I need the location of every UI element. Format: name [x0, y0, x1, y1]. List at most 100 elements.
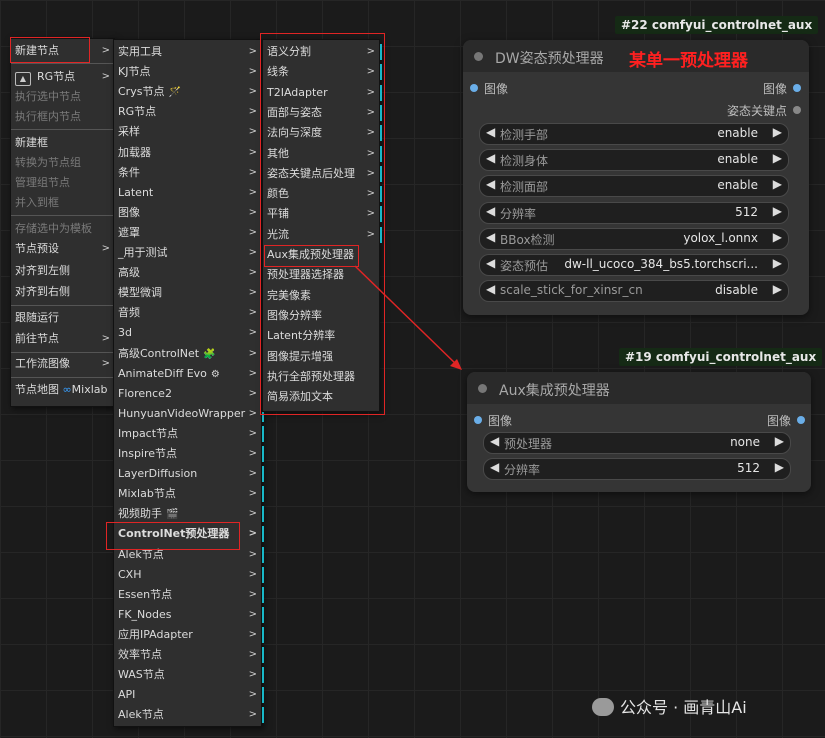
- widget-value: 512: [735, 204, 758, 219]
- menu-label: 采样: [118, 125, 140, 139]
- node-title-bar[interactable]: DW姿态预处理器 某单一预处理器: [463, 40, 809, 72]
- menu-item-run-in-frame[interactable]: 执行框内节点: [11, 107, 114, 127]
- combo-widget[interactable]: ◀ 检测手部 enable ▶: [479, 123, 789, 145]
- collapse-dot-icon[interactable]: [474, 52, 483, 61]
- output-port-pose-keypoints[interactable]: [793, 106, 801, 114]
- menu-item-category[interactable]: Inspire节点 >: [114, 444, 261, 464]
- menu-item-category[interactable]: _用于测试 >: [114, 243, 261, 263]
- menu-item-category[interactable]: Florence2 >: [114, 384, 261, 404]
- decrement-arrow-icon[interactable]: ◀: [486, 177, 495, 191]
- increment-arrow-icon[interactable]: ▶: [773, 177, 782, 191]
- menu-item-align-left[interactable]: 对齐到左侧: [11, 261, 114, 281]
- menu-item-category[interactable]: 效率节点 >: [114, 645, 261, 665]
- menu-item-category[interactable]: LayerDiffusion >: [114, 464, 261, 484]
- menu-item-category[interactable]: 采样 >: [114, 122, 261, 142]
- menu-item-align-right[interactable]: 对齐到右侧: [11, 282, 114, 302]
- combo-widget[interactable]: ◀ 姿态预估 dw-ll_ucoco_384_bs5.torchscri... ▶: [479, 254, 789, 276]
- output-port-image[interactable]: [797, 416, 805, 424]
- menu-item-node-presets[interactable]: 节点预设 >: [11, 239, 114, 259]
- menu-item-category[interactable]: KJ节点 >: [114, 62, 261, 82]
- menu-item-category[interactable]: 图像 >: [114, 203, 261, 223]
- decrement-arrow-icon[interactable]: ◀: [486, 125, 495, 139]
- menu-item-category[interactable]: 3d >: [114, 323, 261, 343]
- menu-item-category[interactable]: CXH >: [114, 565, 261, 585]
- menu-item-category[interactable]: API >: [114, 685, 261, 705]
- menu-item-category[interactable]: 遮罩 >: [114, 223, 261, 243]
- combo-widget[interactable]: ◀ 预处理器 none ▶: [483, 432, 791, 454]
- menu-item-category[interactable]: Crys节点 🪄 >: [114, 82, 261, 102]
- menu-item-run-selected[interactable]: 执行选中节点: [11, 87, 114, 107]
- decrement-arrow-icon[interactable]: ◀: [486, 256, 495, 270]
- menu-label: CXH: [118, 567, 142, 581]
- menu-item-category[interactable]: FK_Nodes >: [114, 605, 261, 625]
- decrement-arrow-icon[interactable]: ◀: [486, 230, 495, 244]
- increment-arrow-icon[interactable]: ▶: [775, 434, 784, 448]
- input-port-image[interactable]: [470, 84, 478, 92]
- chevron-right-icon: >: [248, 226, 257, 238]
- combo-widget[interactable]: ◀ 分辨率 512 ▶: [479, 201, 789, 224]
- menu-separator: [11, 129, 114, 130]
- menu-item-follow-run[interactable]: 跟随运行: [11, 308, 114, 328]
- menu-item-convert-to-group-node[interactable]: 转换为节点组: [11, 153, 114, 173]
- combo-widget[interactable]: ◀ 分辨率 512 ▶: [483, 458, 791, 481]
- node-id-badge: #19 comfyui_controlnet_aux: [619, 348, 823, 366]
- increment-arrow-icon[interactable]: ▶: [773, 204, 782, 218]
- menu-item-category[interactable]: HunyuanVideoWrapper >: [114, 404, 261, 424]
- combo-widget[interactable]: ◀ BBox检测 yolox_l.onnx ▶: [479, 227, 789, 250]
- decrement-arrow-icon[interactable]: ◀: [486, 151, 495, 165]
- decrement-arrow-icon[interactable]: ◀: [490, 460, 499, 474]
- menu-item-category[interactable]: 音频 >: [114, 303, 261, 323]
- menu-label: 效率节点: [118, 648, 162, 661]
- decrement-arrow-icon[interactable]: ◀: [490, 434, 499, 448]
- widget-value: enable: [717, 126, 758, 140]
- menu-item-category[interactable]: 高级 >: [114, 263, 261, 283]
- menu-item-category[interactable]: RG节点 >: [114, 102, 261, 122]
- menu-item-category[interactable]: 实用工具 >: [114, 42, 261, 62]
- increment-arrow-icon[interactable]: ▶: [773, 230, 782, 244]
- menu-item-category[interactable]: 模型微调 >: [114, 283, 261, 303]
- input-port-image[interactable]: [474, 416, 482, 424]
- menu-item-category[interactable]: WAS节点 >: [114, 665, 261, 685]
- menu-item-category[interactable]: 高级ControlNet 🧩 >: [114, 344, 261, 364]
- menu-label: 高级ControlNet: [118, 346, 200, 360]
- menu-item-save-as-template[interactable]: 存储选中为模板: [11, 219, 114, 239]
- menu-item-category[interactable]: 加载器 >: [114, 143, 261, 163]
- menu-label: Latent: [118, 185, 154, 199]
- increment-arrow-icon[interactable]: ▶: [775, 460, 784, 474]
- menu-item-rg-nodes[interactable]: ▲ RG节点 >: [11, 67, 114, 87]
- widget-value: dw-ll_ucoco_384_bs5.torchscri...: [564, 257, 758, 271]
- menu-label: 遮罩: [118, 225, 140, 239]
- dw-pose-preprocessor-node[interactable]: DW姿态预处理器 某单一预处理器 图像 图像 姿态关键点 ◀ 检测手部 enable…: [463, 40, 809, 315]
- menu-item-go-to-node[interactable]: 前往节点 >: [11, 329, 114, 349]
- node-title-bar[interactable]: Aux集成预处理器: [467, 372, 811, 404]
- menu-item-manage-group-nodes[interactable]: 管理组节点: [11, 173, 114, 193]
- output-port-image[interactable]: [793, 84, 801, 92]
- menu-item-category[interactable]: Essen节点 >: [114, 585, 261, 605]
- chevron-right-icon: >: [248, 267, 257, 279]
- collapse-dot-icon[interactable]: [478, 384, 487, 393]
- menu-item-category[interactable]: 应用IPAdapter >: [114, 625, 261, 645]
- menu-item-workflow-image[interactable]: 工作流图像 >: [11, 354, 114, 374]
- increment-arrow-icon[interactable]: ▶: [773, 282, 782, 296]
- menu-item-category[interactable]: Alek节点 >: [114, 705, 261, 725]
- aux-preprocessor-node[interactable]: Aux集成预处理器 图像 图像 ◀ 预处理器 none ▶ ◀ 分辨率 512 ▶: [467, 372, 811, 492]
- menu-item-new-frame[interactable]: 新建框: [11, 133, 114, 153]
- menu-label: 视频助手: [118, 507, 162, 521]
- menu-item-category[interactable]: 条件 >: [114, 163, 261, 183]
- combo-widget[interactable]: ◀ scale_stick_for_xinsr_cn disable ▶: [479, 280, 789, 303]
- increment-arrow-icon[interactable]: ▶: [773, 125, 782, 139]
- menu-item-category[interactable]: AnimateDiff Evo ⚙ >: [114, 364, 261, 384]
- menu-item-category[interactable]: Impact节点 >: [114, 424, 261, 444]
- menu-item-category[interactable]: Latent >: [114, 183, 261, 203]
- increment-arrow-icon[interactable]: ▶: [773, 256, 782, 270]
- menu-item-node-map[interactable]: 节点地图 ∞Mixlab: [11, 380, 114, 400]
- connector-bar: [262, 546, 264, 563]
- combo-widget[interactable]: ◀ 检测面部 enable ▶: [479, 175, 789, 198]
- decrement-arrow-icon[interactable]: ◀: [486, 204, 495, 218]
- menu-item-category[interactable]: Mixlab节点 >: [114, 484, 261, 504]
- increment-arrow-icon[interactable]: ▶: [773, 151, 782, 165]
- combo-widget[interactable]: ◀ 检测身体 enable ▶: [479, 149, 789, 172]
- menu-item-merge-into-frame[interactable]: 并入到框: [11, 193, 114, 213]
- decrement-arrow-icon[interactable]: ◀: [486, 282, 495, 296]
- connector-bar: [262, 707, 264, 724]
